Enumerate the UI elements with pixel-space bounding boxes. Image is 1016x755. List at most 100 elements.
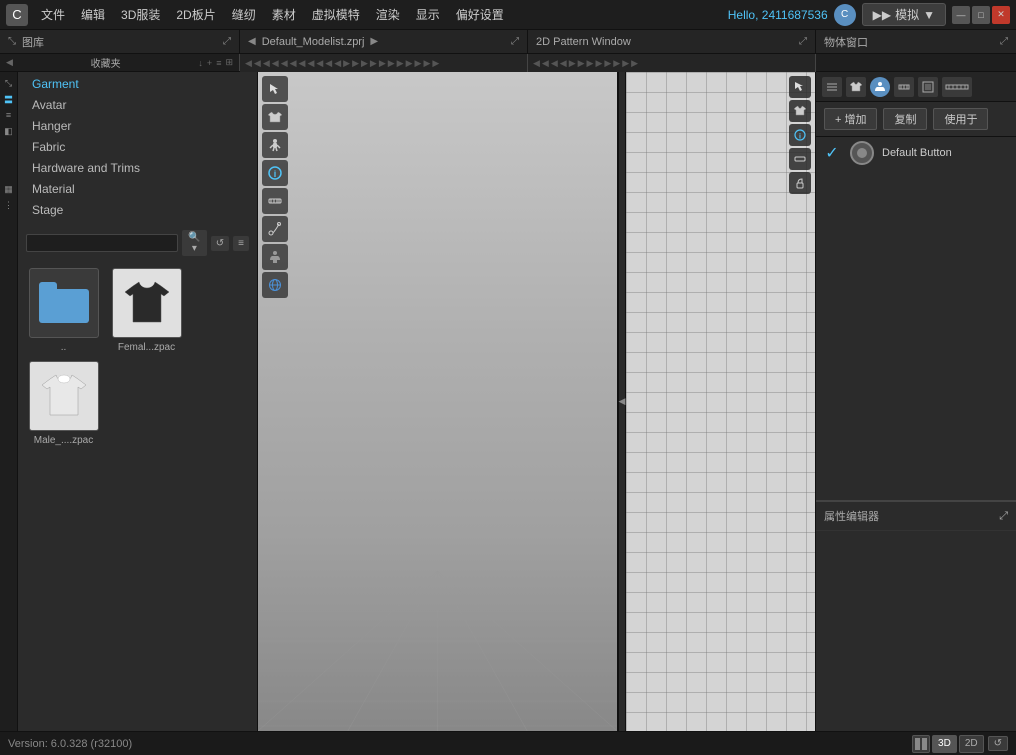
obj-texture-icon[interactable] <box>918 77 938 97</box>
svg-text:i: i <box>799 134 801 141</box>
list-item[interactable]: Male_....zpac <box>26 361 101 446</box>
menu-sewing[interactable]: 缝纫 <box>225 3 263 26</box>
obj-garment-icon[interactable] <box>846 77 866 97</box>
sidebar-icon-6[interactable]: ⋮ <box>2 198 16 212</box>
tree-item-garment[interactable]: Garment <box>26 74 249 94</box>
tree-item-hanger[interactable]: Hanger <box>26 116 249 136</box>
pt-info[interactable]: i <box>789 124 811 146</box>
list-item[interactable]: .. <box>26 268 101 353</box>
pattern-3d-expand[interactable]: ⤢ <box>511 36 519 47</box>
pattern-2d-expand[interactable]: ⤢ <box>799 36 807 47</box>
sidebar-icon-5[interactable]: ▦ <box>2 182 16 196</box>
obj-avatar-icon[interactable] <box>870 77 890 97</box>
search-button[interactable]: 🔍▾ <box>182 230 207 256</box>
main-layout: ⤡ 〓 ≡ ◧ ▦ ⋮ Garment Avatar Hanger Fabric… <box>0 72 1016 731</box>
menu-virtual-model[interactable]: 虚拟模特 <box>305 3 367 26</box>
refresh-button[interactable]: ↺ <box>211 236 229 251</box>
garment-female-label: Femal...zpac <box>118 342 175 353</box>
pattern-3d-nav-right[interactable]: ▶ <box>370 36 378 47</box>
lib-listview-icon[interactable]: ≡ <box>216 58 221 68</box>
attribute-editor-title: 属性编辑器 <box>824 508 879 524</box>
pattern-2d-panel: i <box>626 72 816 731</box>
object-item-row: ✓ Default Button <box>816 137 1016 169</box>
library-expand-right[interactable]: ⤢ <box>223 36 231 47</box>
add-button[interactable]: + 增加 <box>824 108 877 130</box>
version-text: Version: 6.0.328 (r32100) <box>8 738 132 750</box>
sidebar-icon-2[interactable]: 〓 <box>2 92 16 106</box>
lib-gridview-icon[interactable]: ⊞ <box>225 57 233 68</box>
attribute-expand-icon[interactable]: ⤢ <box>999 510 1008 523</box>
pt-garment[interactable] <box>789 100 811 122</box>
ruler-2d: ◀ ◀ ◀ ◀ ▶ ▶ ▶ ▶ ▶ ▶ ▶ ▶ <box>528 54 816 72</box>
tool-avatar[interactable] <box>262 244 288 270</box>
maximize-button[interactable]: □ <box>972 6 990 24</box>
lib-add-icon[interactable]: + <box>207 58 212 68</box>
tree-item-hardware[interactable]: Hardware and Trims <box>26 158 249 178</box>
checkmark-icon: ✓ <box>822 143 842 163</box>
library-path: 收藏夹 <box>17 55 195 70</box>
menu-preferences[interactable]: 偏好设置 <box>449 3 511 26</box>
view-2d-button[interactable]: 2D <box>959 735 984 753</box>
obj-ruler-icon[interactable] <box>942 77 972 97</box>
library-ruler: ◀ 收藏夹 ↓ + ≡ ⊞ <box>0 54 240 71</box>
viewport-toolbar: i <box>258 72 292 302</box>
list-toggle-button[interactable]: ≡ <box>233 236 249 251</box>
menu-render[interactable]: 渲染 <box>369 3 407 26</box>
menu-2d-pattern[interactable]: 2D板片 <box>169 3 222 26</box>
tool-select[interactable] <box>262 76 288 102</box>
obj-list-icon[interactable] <box>822 77 842 97</box>
tree-item-stage[interactable]: Stage <box>26 200 249 220</box>
tree-item-avatar[interactable]: Avatar <box>26 95 249 115</box>
nav-back-icon[interactable]: ◀ <box>6 57 13 68</box>
menu-edit[interactable]: 编辑 <box>74 3 112 26</box>
menu-display[interactable]: 显示 <box>409 3 447 26</box>
library-expand-left[interactable]: ⤡ <box>8 36 16 47</box>
pt-select[interactable] <box>789 76 811 98</box>
tool-mannequin[interactable] <box>262 132 288 158</box>
tool-garment[interactable] <box>262 104 288 130</box>
garment-female-svg <box>125 278 169 328</box>
library-panel-header: ⤡ 图库 ⤢ <box>0 30 240 53</box>
library-grid: .. Femal...zpac <box>18 260 257 454</box>
pattern-2d-toolbar: i <box>789 76 811 194</box>
minimize-button[interactable]: — <box>952 6 970 24</box>
search-input[interactable] <box>26 234 178 252</box>
mode-label: 模拟 <box>895 6 919 23</box>
pattern-2d-title: 2D Pattern Window <box>536 36 631 48</box>
use-button[interactable]: 使用于 <box>933 108 988 130</box>
tool-measure[interactable] <box>262 188 288 214</box>
tree-item-fabric[interactable]: Fabric <box>26 137 249 157</box>
pattern-3d-nav-left[interactable]: ◀ <box>248 36 256 47</box>
library-panel-title: 图库 <box>22 34 44 50</box>
close-button[interactable]: ✕ <box>992 6 1010 24</box>
mode-button[interactable]: ▶▶ 模拟 ▼ <box>862 3 946 26</box>
pattern-2d-grid <box>626 72 815 731</box>
copy-button[interactable]: 复制 <box>883 108 927 130</box>
garment-male-label: Male_....zpac <box>34 435 93 446</box>
tool-globe[interactable] <box>262 272 288 298</box>
sidebar-icon-3[interactable]: ≡ <box>2 108 16 122</box>
pt-lock[interactable] <box>789 172 811 194</box>
collapse-arrow-icon: ◀ <box>619 396 626 407</box>
obj-measure-icon[interactable] <box>894 77 914 97</box>
list-item[interactable]: Femal...zpac <box>109 268 184 353</box>
panel-collapse-divider[interactable]: ◀ <box>618 72 626 731</box>
tree-item-material[interactable]: Material <box>26 179 249 199</box>
menu-3d-garment[interactable]: 3D服装 <box>114 3 167 26</box>
tool-info[interactable]: i <box>262 160 288 186</box>
tool-sewing[interactable] <box>262 216 288 242</box>
pattern-2d-header: 2D Pattern Window ⤢ <box>528 30 816 53</box>
menu-material[interactable]: 素材 <box>265 3 303 26</box>
default-button-label: Default Button <box>882 147 952 159</box>
lib-download-icon[interactable]: ↓ <box>198 58 203 68</box>
folder-label: .. <box>61 342 67 353</box>
library-panel: Garment Avatar Hanger Fabric Hardware an… <box>18 72 258 731</box>
menu-file[interactable]: 文件 <box>34 3 72 26</box>
sidebar-icon-1[interactable]: ⤡ <box>2 76 16 90</box>
view-split-button[interactable] <box>912 735 930 753</box>
status-refresh-button[interactable]: ↺ <box>988 736 1008 751</box>
sidebar-icon-4[interactable]: ◧ <box>2 124 16 138</box>
object-panel-expand[interactable]: ⤢ <box>1000 36 1008 47</box>
view-3d-button[interactable]: 3D <box>932 735 957 753</box>
pt-cut[interactable] <box>789 148 811 170</box>
